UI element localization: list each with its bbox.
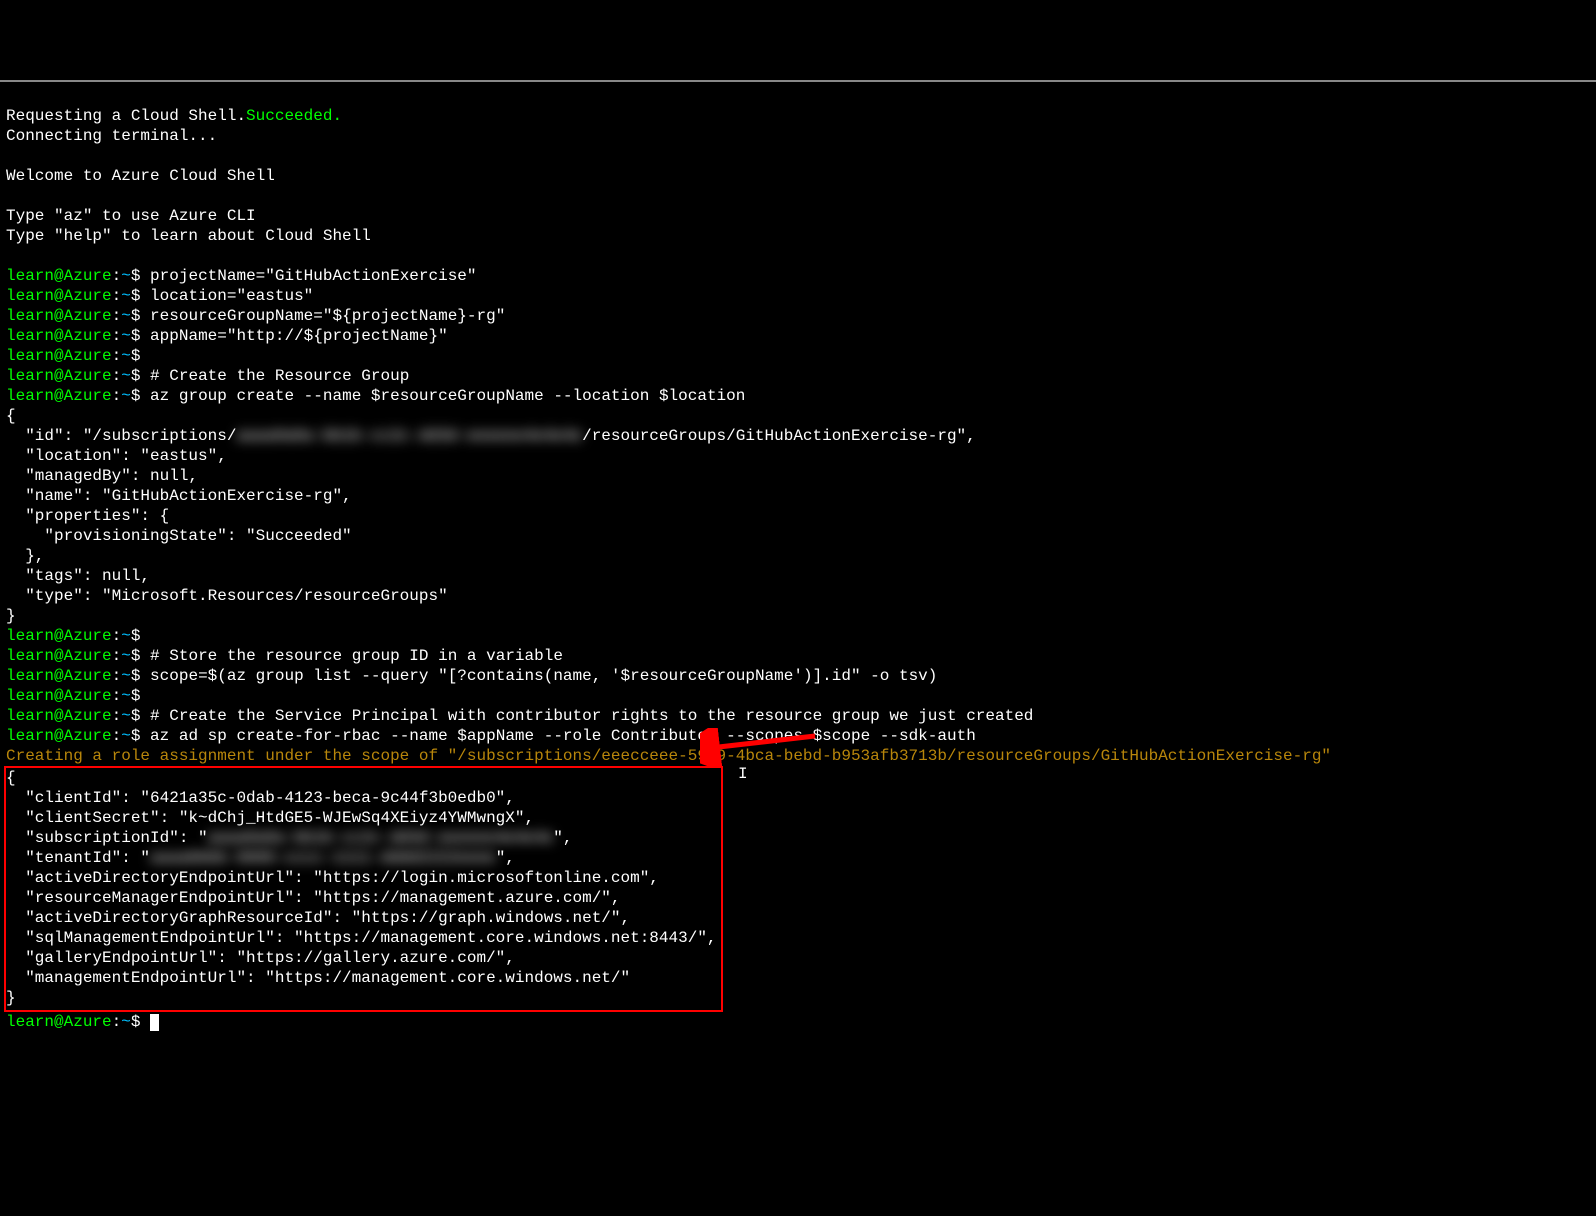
cmd-comment-store: # Store the resource group ID in a varia… [140,647,562,665]
json2-tenantid-pre: "tenantId": " [6,849,150,867]
prompt-user: learn@Azure [6,367,112,385]
json2-ad-graph: "activeDirectoryGraphResourceId": "https… [6,909,630,927]
prompt-user: learn@Azure [6,267,112,285]
cmd-comment-rg: # Create the Resource Group [140,367,409,385]
prompt-user: learn@Azure [6,627,112,645]
text-connecting: Connecting terminal... [6,127,217,145]
terminal-cursor[interactable] [150,1014,159,1031]
json2-tenantid-post: ", [496,849,515,867]
json1-managedby: "managedBy": null, [6,467,198,485]
prompt-dollar: $ [131,267,141,285]
json1-type: "type": "Microsoft.Resources/resourceGro… [6,587,448,605]
json2-close: } [6,989,16,1007]
cmd-projectname: projectName="GitHubActionExercise" [140,267,476,285]
prompt-user: learn@Azure [6,687,112,705]
prompt-user: learn@Azure [6,327,112,345]
cmd-appname: appName="http://${projectName}" [140,327,447,345]
text-type-az: Type "az" to use Azure CLI [6,207,256,225]
role-assignment-msg: Creating a role assignment under the sco… [6,747,1331,765]
json1-open: { [6,407,16,425]
json1-close: } [6,607,16,625]
prompt-path: ~ [121,267,131,285]
cmd-az-group-create: az group create --name $resourceGroupNam… [140,387,745,405]
highlighted-credentials-box: { "clientId": "6421a35c-0dab-4123-beca-9… [4,766,723,1012]
cmd-comment-sp: # Create the Service Principal with cont… [140,707,1033,725]
json2-gallery: "galleryEndpointUrl": "https://gallery.a… [6,949,515,967]
json2-subid-redacted: aaaa0a0a-bb1b-cc2c-dd3d-eeeeee4e4e4e [208,829,554,847]
prompt-user: learn@Azure [6,707,112,725]
prompt-user: learn@Azure [6,667,112,685]
json1-name: "name": "GitHubActionExercise-rg", [6,487,352,505]
json2-mgmt-endpoint: "managementEndpointUrl": "https://manage… [6,969,630,987]
json2-tenantid-redacted: aaaabbbb-0000-cccc-1111-dddd2222eeee [150,849,496,867]
json2-ad-endpoint: "activeDirectoryEndpointUrl": "https://l… [6,869,659,887]
json2-clientid: "clientId": "6421a35c-0dab-4123-beca-9c4… [6,789,515,807]
cmd-location: location="eastus" [140,287,313,305]
cmd-scope: scope=$(az group list --query "[?contain… [140,667,937,685]
json2-subid-pre: "subscriptionId": " [6,829,208,847]
terminal-output[interactable]: Requesting a Cloud Shell.Succeeded. Conn… [0,80,1596,1036]
json2-sql-mgmt: "sqlManagementEndpointUrl": "https://man… [6,929,717,947]
json1-properties: "properties": { [6,507,169,525]
json1-id-redacted: aaaa0a0a-bb1b-cc2c-dd3d-eeeeee4e4e4e [236,427,582,445]
text-succeeded: Succeeded. [246,107,342,125]
json2-rm-endpoint: "resourceManagerEndpointUrl": "https://m… [6,889,621,907]
cmd-az-ad-sp: az ad sp create-for-rbac --name $appName… [140,727,975,745]
json2-clientsecret: "clientSecret": "k~dChj_HtdGE5-WJEwSq4XE… [6,809,534,827]
json1-provisioning: "provisioningState": "Succeeded" [6,527,352,545]
prompt-user: learn@Azure [6,387,112,405]
json2-open: { [6,769,16,787]
json1-tags: "tags": null, [6,567,150,585]
prompt-user: learn@Azure [6,1013,112,1031]
text-type-help: Type "help" to learn about Cloud Shell [6,227,371,245]
text-requesting: Requesting a Cloud Shell. [6,107,246,125]
cmd-rgname: resourceGroupName="${projectName}-rg" [140,307,505,325]
json1-id-pre: "id": "/subscriptions/ [6,427,236,445]
json2-subid-post: ", [553,829,572,847]
prompt-user: learn@Azure [6,307,112,325]
text-welcome: Welcome to Azure Cloud Shell [6,167,275,185]
prompt-colon: : [112,267,122,285]
json1-close-prop: }, [6,547,44,565]
json1-id-post: /resourceGroups/GitHubActionExercise-rg"… [582,427,976,445]
prompt-user: learn@Azure [6,287,112,305]
prompt-user: learn@Azure [6,727,112,745]
json1-location: "location": "eastus", [6,447,227,465]
prompt-user: learn@Azure [6,347,112,365]
prompt-user: learn@Azure [6,647,112,665]
